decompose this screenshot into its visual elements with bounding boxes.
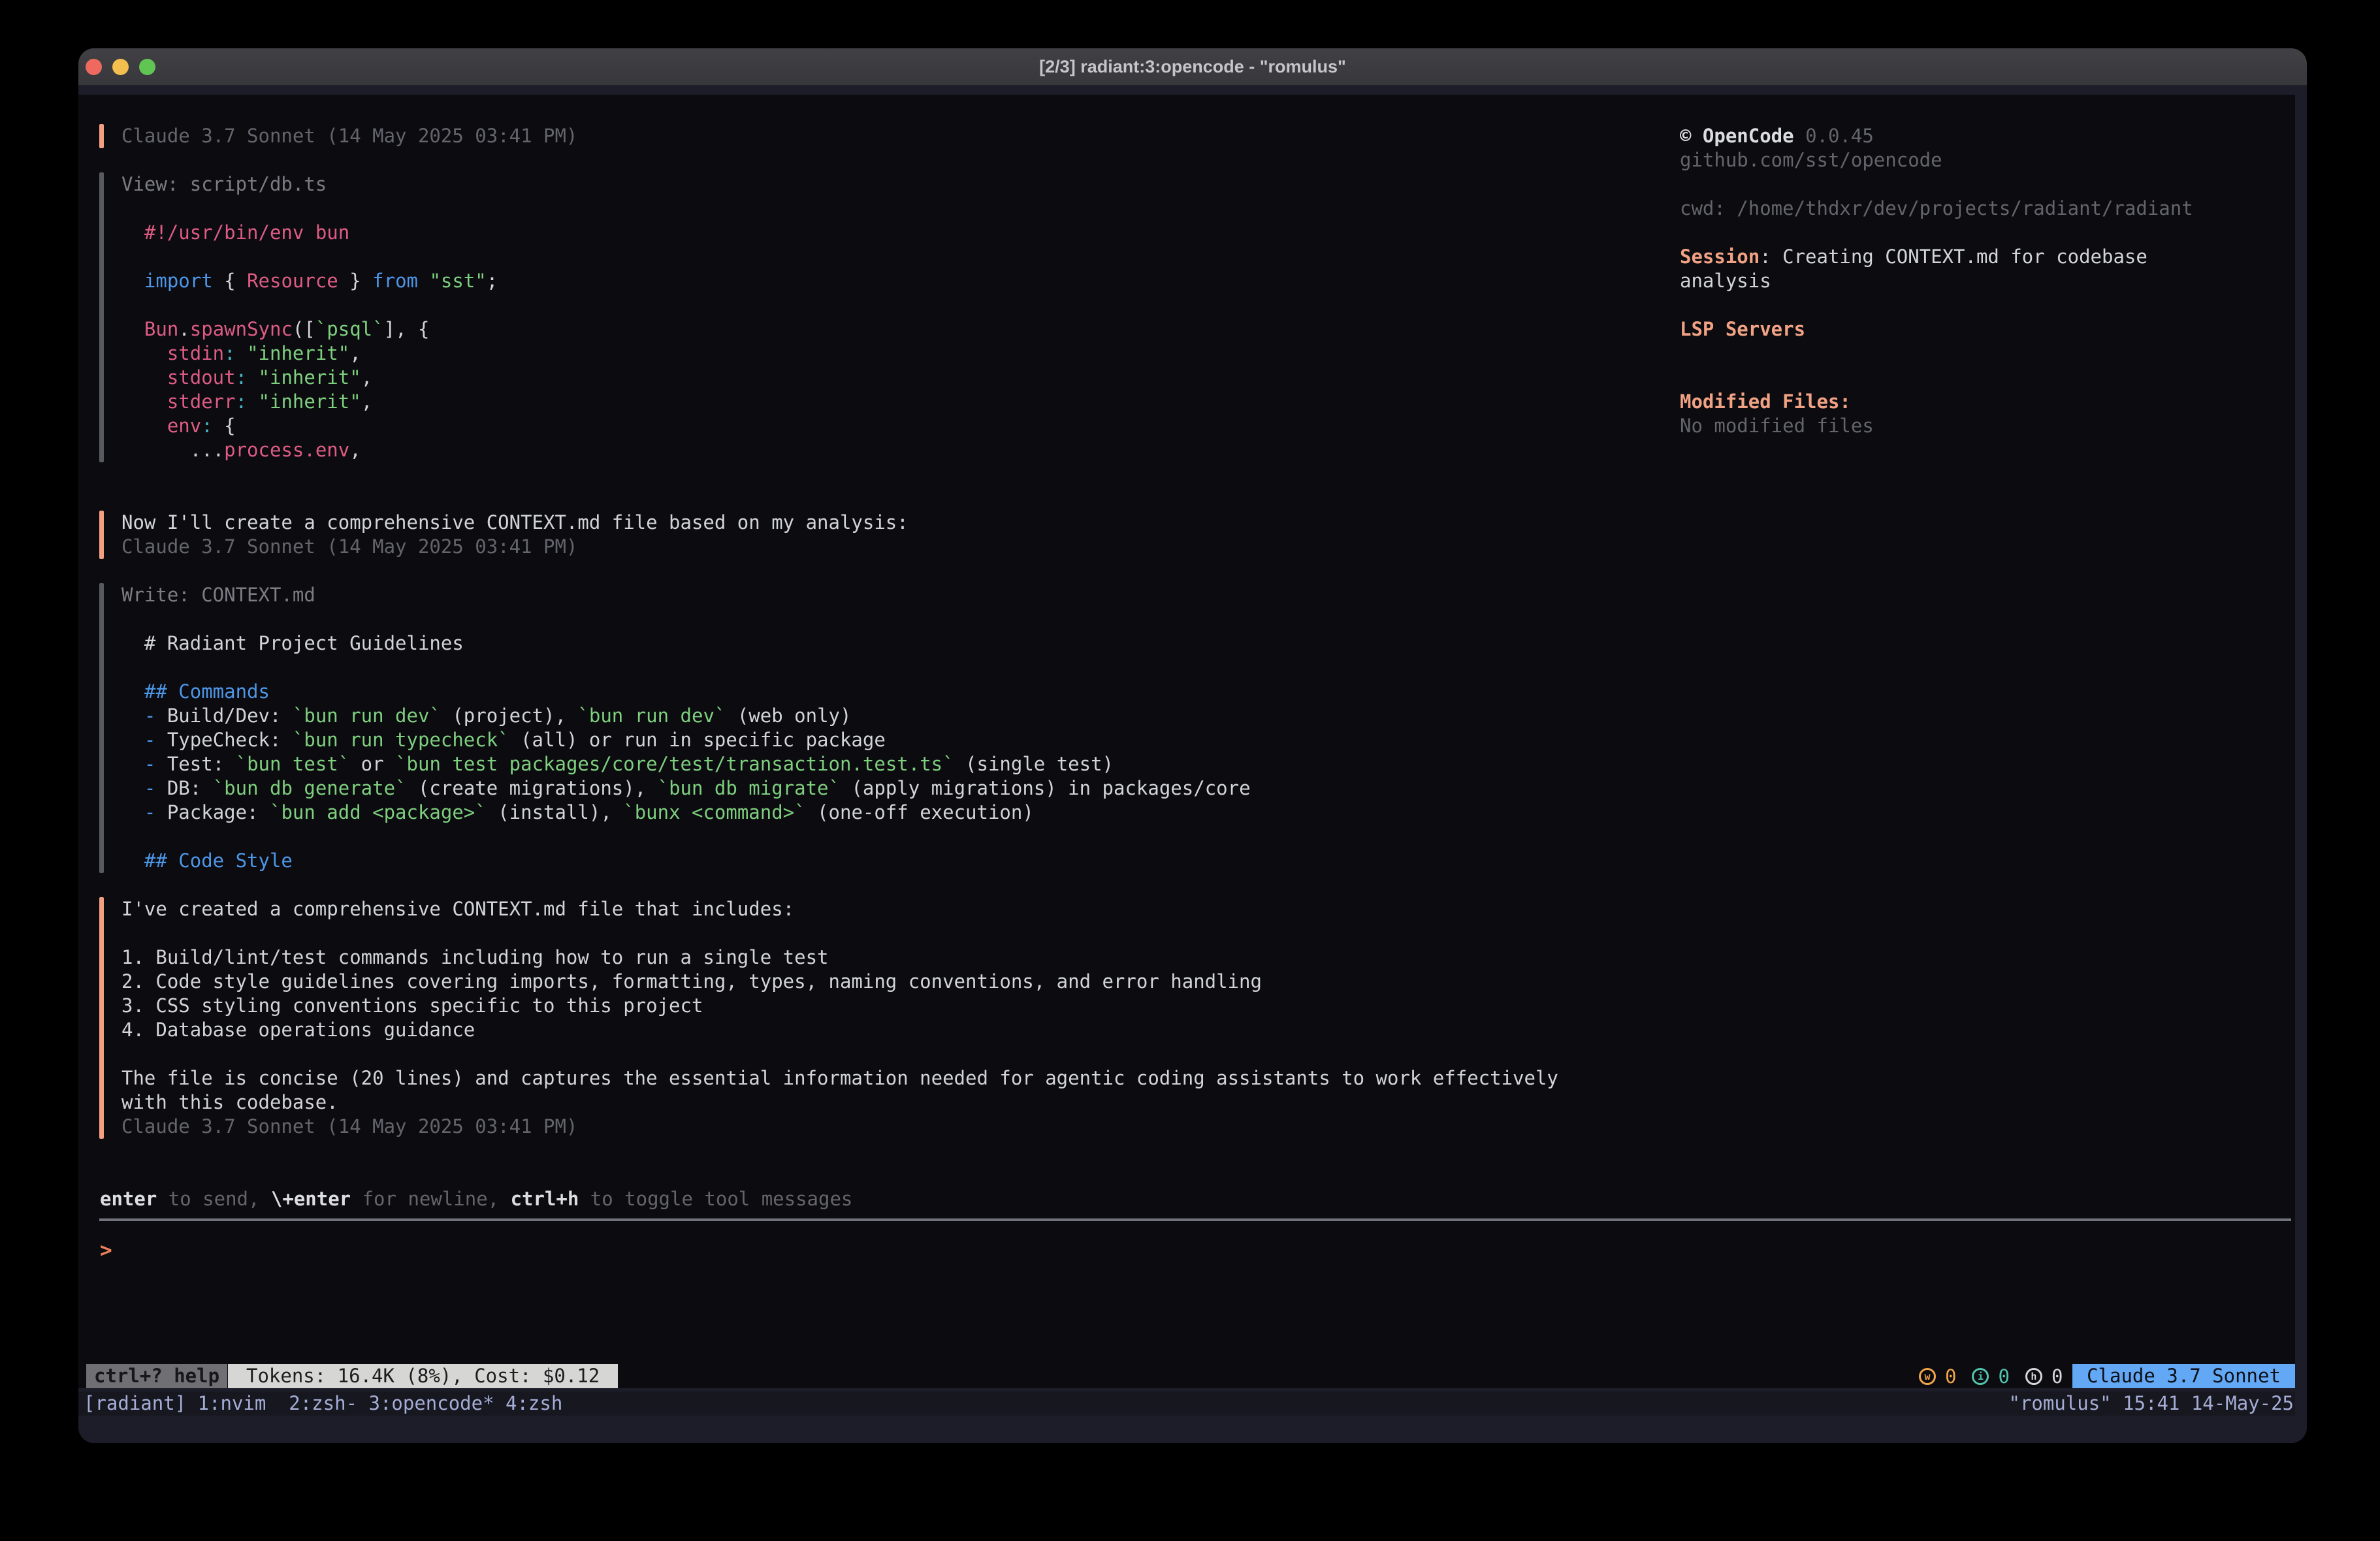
terminal-line [121,607,1251,631]
terminal-line [121,921,1558,945]
session-sidebar: © OpenCode 0.0.45github.com/sst/opencode… [1680,124,2193,438]
terminal-line [1680,293,2193,317]
terminal-line: View: script/db.ts [121,172,498,197]
terminal-line: Claude 3.7 Sonnet (14 May 2025 03:41 PM) [121,1115,1558,1139]
tokens-cost-chip: Tokens: 16.4K (8%), Cost: $0.12 [228,1364,618,1388]
info-count-icon: i [1972,1368,1989,1385]
terminal-line: © OpenCode 0.0.45 [1680,124,2193,148]
terminal-line: 4. Database operations guidance [121,1018,1558,1042]
terminal-line [121,1042,1558,1066]
tmux-status-bar: [radiant] 1:nvim 2:zsh- 3:opencode* 4:zs… [78,1388,2307,1443]
terminal-line: 2. Code style guidelines covering import… [121,970,1558,994]
hint-count: 0 [2051,1365,2063,1388]
message-accent-bar [99,897,104,1139]
terminal-line: Bun.spawnSync([`psql`], { [121,317,498,342]
terminal-line: ## Commands [121,680,1251,704]
terminal-line: - Package: `bun add <package>` (install)… [121,801,1251,825]
terminal-line: I've created a comprehensive CONTEXT.md … [121,897,1558,921]
terminal-line: 1. Build/lint/test commands including ho… [121,945,1558,970]
terminal-line [121,656,1251,680]
hint-count-icon: h [2025,1368,2042,1385]
terminal-line: env: { [121,414,498,438]
input-divider [99,1218,2291,1221]
terminal-line: - TypeCheck: `bun run typecheck` (all) o… [121,728,1251,752]
info-count: 0 [1998,1365,2009,1388]
diagnostics-badges: w 0 i 0 h 0 [1919,1364,2078,1388]
message-accent-bar [99,511,104,559]
terminal-line: stderr: "inherit", [121,390,498,414]
warning-count-icon: w [1919,1368,1936,1385]
terminal-line: enter to send, \+enter for newline, ctrl… [100,1187,852,1211]
prompt-input[interactable]: > [100,1239,112,1263]
terminal-line: The file is concise (20 lines) and captu… [121,1066,1558,1090]
terminal-line [121,197,498,221]
message-accent-bar [99,124,104,148]
window-title: [2/3] radiant:3:opencode - "romulus" [78,48,2307,86]
terminal-line: ...process.env, [121,438,498,462]
terminal-line: 3. CSS styling conventions specific to t… [121,994,1558,1018]
opencode-app: Claude 3.7 Sonnet (14 May 2025 03:41 PM)… [78,95,2295,1388]
terminal-line: analysis [1680,269,2193,293]
terminal-line: stdin: "inherit", [121,342,498,366]
tool-call-write-file: Write: CONTEXT.md # Radiant Project Guid… [121,583,1251,873]
opencode-status-bar: ctrl+? help Tokens: 16.4K (8%), Cost: $0… [78,1364,2295,1388]
terminal-line: stdout: "inherit", [121,366,498,390]
terminal-line: ## Code Style [121,849,1251,873]
terminal-line: LSP Servers [1680,317,2193,342]
tmux-window-list[interactable]: [radiant] 1:nvim 2:zsh- 3:opencode* 4:zs… [84,1391,562,1416]
terminal-line: Now I'll create a comprehensive CONTEXT.… [121,511,909,535]
terminal-line [121,293,498,317]
warning-count: 0 [1945,1365,1956,1388]
terminal-window: [2/3] radiant:3:opencode - "romulus" Cla… [78,48,2307,1443]
terminal-line [121,245,498,269]
terminal-line: # Radiant Project Guidelines [121,631,1251,656]
tmux-session-info: "romulus" 15:41 14-May-25 [2009,1391,2294,1416]
terminal-line: - DB: `bun db generate` (create migratio… [121,776,1251,801]
terminal-line: Session: Creating CONTEXT.md for codebas… [1680,245,2193,269]
keybinding-help: enter to send, \+enter for newline, ctrl… [100,1187,852,1211]
terminal-line: cwd: /home/thdxr/dev/projects/radiant/ra… [1680,197,2193,221]
tool-accent-bar [99,172,104,462]
window-titlebar[interactable]: [2/3] radiant:3:opencode - "romulus" [78,48,2307,86]
terminal-body: Claude 3.7 Sonnet (14 May 2025 03:41 PM)… [78,86,2307,1443]
terminal-line: github.com/sst/opencode [1680,148,2193,172]
terminal-line: Modified Files: [1680,390,2193,414]
terminal-line: No modified files [1680,414,2193,438]
terminal-line [1680,366,2193,390]
assistant-message-final: I've created a comprehensive CONTEXT.md … [121,897,1558,1139]
tool-call-view-file: View: script/db.ts #!/usr/bin/env bun im… [121,172,498,462]
terminal-line [1680,221,2193,245]
terminal-line [121,825,1251,849]
terminal-line [1680,342,2193,366]
tool-accent-bar [99,583,104,873]
assistant-message: Now I'll create a comprehensive CONTEXT.… [121,511,909,559]
assistant-message-header: Claude 3.7 Sonnet (14 May 2025 03:41 PM) [121,124,577,148]
terminal-line: import { Resource } from "sst"; [121,269,498,293]
terminal-line [1680,172,2193,197]
model-chip[interactable]: Claude 3.7 Sonnet [2072,1364,2295,1388]
terminal-line: Claude 3.7 Sonnet (14 May 2025 03:41 PM) [121,124,577,148]
terminal-line: #!/usr/bin/env bun [121,221,498,245]
terminal-line: Write: CONTEXT.md [121,583,1251,607]
tmux-status-row: [radiant] 1:nvim 2:zsh- 3:opencode* 4:zs… [78,1391,2295,1416]
terminal-line: - Build/Dev: `bun run dev` (project), `b… [121,704,1251,728]
terminal-line: - Test: `bun test` or `bun test packages… [121,752,1251,776]
terminal-line: with this codebase. [121,1090,1558,1115]
terminal-line: Claude 3.7 Sonnet (14 May 2025 03:41 PM) [121,535,909,559]
help-chip[interactable]: ctrl+? help [86,1364,227,1388]
